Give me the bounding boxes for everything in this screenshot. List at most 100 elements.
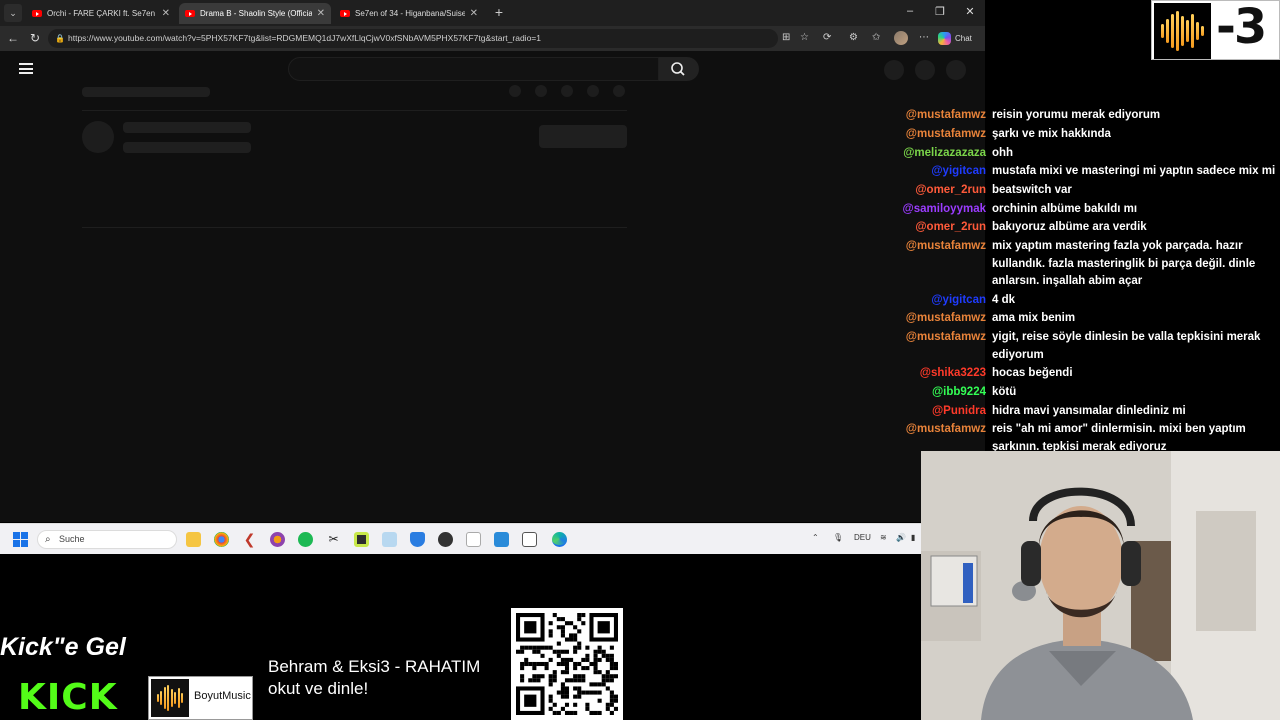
start-button[interactable] [13,532,28,547]
chat-username[interactable]: @mustafamwz [900,126,992,144]
app-icon[interactable] [382,532,397,547]
edge-icon[interactable] [552,532,567,547]
chat-text: mix yaptım mastering fazla yok parçada. … [992,240,1256,287]
chat-text: mustafa mixi ve masteringi mi yaptın sad… [992,165,1276,178]
minimize-icon[interactable]: – [903,5,917,17]
wifi-icon[interactable]: ≋ [880,533,887,542]
notepad-icon[interactable] [466,532,481,547]
chat-text: yigit, reise söyle dinlesin be valla tep… [992,331,1261,361]
chat-text: ama mix benim [992,312,1076,325]
microphone-icon[interactable]: 🎙 [833,533,843,542]
chat-username[interactable]: @mustafamwz [900,107,992,125]
chat-message: @samiloyymak orchinin albüme bakıldı mı [900,199,1280,218]
back-icon[interactable]: ← [7,31,19,45]
tab-orchi[interactable]: Orchi - FARE ÇARKI ft. Se7en of 34 ✕ [26,3,176,24]
battery-icon[interactable]: ▮ [911,533,915,542]
logo-number: -3 [1216,0,1267,55]
language-indicator[interactable]: DEU [854,533,871,542]
song-promo: Behram & Eksi3 - RAHATIM okut ve dinle! [268,656,480,700]
tab-title: Drama B - Shaolin Style (Official L [200,9,312,18]
profile-avatar[interactable] [894,31,908,45]
chat-username[interactable]: @yigitcan [900,163,992,181]
search-button[interactable] [659,57,699,81]
chat-message: @mustafamwz şarkı ve mix hakkında [900,125,1280,144]
chat-username[interactable]: @mustafamwz [900,310,992,328]
refresh-extension-icon[interactable]: ⟳ [823,32,831,43]
menu-icon[interactable] [19,63,33,74]
more-icon[interactable]: ⋯ [919,32,929,43]
chat-text: reis "ah mi amor" dinlermisin. mixi ben … [992,423,1246,451]
search-input[interactable] [288,57,659,81]
chat-username[interactable]: @Punidra [900,403,992,421]
volume-icon[interactable]: 🔊 [896,533,906,542]
chevron-up-icon[interactable]: ⌃ [812,533,819,542]
divider [82,110,627,111]
spotify-icon[interactable] [298,532,313,547]
app-icon[interactable] [522,532,537,547]
chat-message: @mustafamwz ama mix benim [900,309,1280,328]
chat-message: @yigitcan 4 dk [900,291,1280,310]
copilot-chat-button[interactable]: Chat [938,30,972,47]
action-placeholder [509,85,521,97]
chat-username[interactable]: @shika3223 [900,365,992,383]
chat-username[interactable]: @omer_2run [900,182,992,200]
favorite-star-icon[interactable]: ☆ [800,32,809,43]
chat-username[interactable]: @omer_2run [900,219,992,237]
tab-drama-b[interactable]: Drama B - Shaolin Style (Official L ✕ [179,3,331,24]
chat-text: şarkı ve mix hakkında [992,127,1111,140]
copilot-icon [938,32,951,45]
tab-bar: ⌄ Orchi - FARE ÇARKI ft. Se7en of 34 ✕ D… [0,0,985,26]
vscode-icon[interactable] [494,532,509,547]
chat-message: @melizazazaza ohh [900,143,1280,162]
subscribe-placeholder [539,125,627,148]
chat-text: orchinin albüme bakıldı mı [992,202,1138,215]
chat-text: hocas beğendi [992,367,1073,380]
reload-icon[interactable]: ↻ [30,31,40,45]
app-icon[interactable] [270,532,285,547]
security-icon[interactable] [410,532,425,547]
divider [82,227,627,228]
chat-username[interactable]: @yigitcan [900,292,992,310]
chat-message: @mustafamwz reis "ah mi amor" dinlermisin… [900,420,1280,451]
close-icon[interactable]: ✕ [317,8,325,19]
channel-name-placeholder [123,122,251,133]
close-window-icon[interactable]: ✕ [963,5,977,18]
file-explorer-icon[interactable] [186,532,201,547]
extensions-icon[interactable]: ⚙ [849,32,858,43]
app-icon[interactable]: ✂ [326,532,341,547]
new-tab-button[interactable]: + [492,4,506,21]
maximize-icon[interactable]: ❐ [933,5,947,18]
close-icon[interactable]: ✕ [470,8,478,19]
taskbar-search[interactable]: ⌕ Suche [37,530,177,549]
favorites-icon[interactable]: ✩ [872,32,880,43]
chat-username[interactable]: @mustafamwz [900,421,992,451]
chat-username[interactable]: @melizazazaza [900,145,992,163]
app-icon[interactable] [354,532,369,547]
tab-title: Se7en of 34 - Higanbana/Suisen ( [355,9,465,18]
song-title: Behram & Eksi3 - RAHATIM [268,657,481,676]
app-available-icon[interactable]: ⊞ [782,32,790,43]
tab-se7en[interactable]: Se7en of 34 - Higanbana/Suisen ( ✕ [334,3,484,24]
qr-code-image [516,613,618,715]
notifications-placeholder [915,60,935,80]
obs-icon[interactable] [438,532,453,547]
url-field[interactable]: 🔒 https://www.youtube.com/watch?v=5PHX57… [48,29,778,48]
browser-window: ⌄ Orchi - FARE ÇARKI ft. Se7en of 34 ✕ D… [0,0,985,522]
chat-text: kötü [992,385,1017,398]
close-icon[interactable]: ✕ [162,8,170,19]
subscriber-count-placeholder [123,142,251,153]
tab-actions-menu[interactable]: ⌄ [4,4,22,22]
chrome-icon[interactable] [214,532,229,547]
webcam-feed [921,451,1280,720]
capcut-icon[interactable]: ❮ [242,532,257,547]
chat-message: @omer_2run bakıyoruz albüme ara verdik [900,218,1280,237]
chat-username[interactable]: @samiloyymak [900,201,992,219]
chat-username[interactable]: @mustafamwz [900,238,992,291]
chat-text: bakıyoruz albüme ara verdik [992,221,1147,234]
chat-username[interactable]: @ibb9224 [900,384,992,402]
action-placeholder [613,85,625,97]
action-placeholder [535,85,547,97]
chat-username[interactable]: @mustafamwz [900,329,992,364]
chat-message: @omer_2run beatswitch var [900,181,1280,200]
youtube-page [0,51,985,522]
